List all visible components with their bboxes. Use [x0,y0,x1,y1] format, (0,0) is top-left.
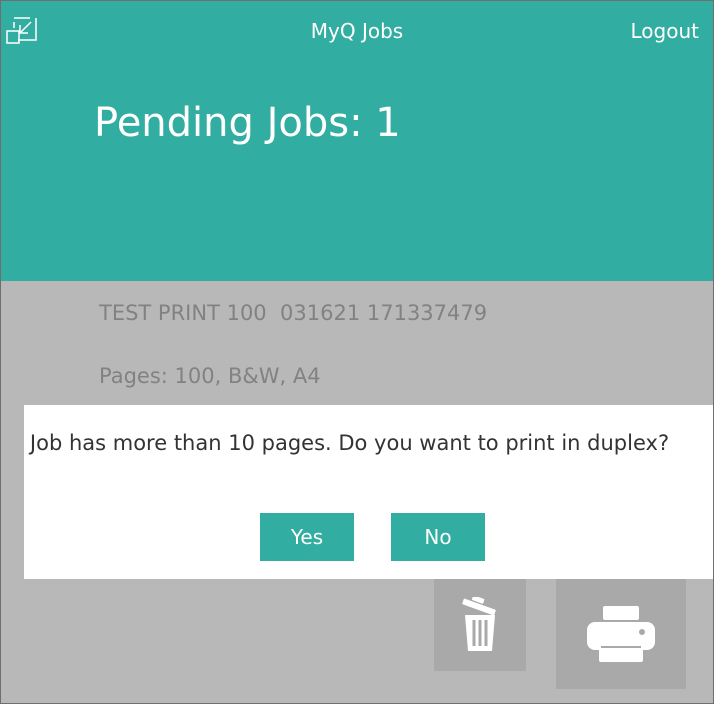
job-name: TEST PRINT 100 031621 171337479 [99,301,488,325]
logout-button[interactable]: Logout [631,19,699,43]
app-window: MyQ Jobs Logout Pending Jobs: 1 TEST PRI… [0,0,714,704]
header: MyQ Jobs Logout Pending Jobs: 1 [1,1,713,281]
trash-icon [462,597,496,651]
job-info: Pages: 100, B&W, A4 [99,364,321,388]
delete-job-button[interactable] [434,579,526,671]
printer-icon [587,606,655,662]
app-title: MyQ Jobs [310,19,404,43]
duplex-dialog: Job has more than 10 pages. Do you want … [24,405,713,579]
dialog-message: Job has more than 10 pages. Do you want … [29,431,670,455]
yes-button[interactable]: Yes [260,513,354,561]
no-button[interactable]: No [391,513,485,561]
page-title: Pending Jobs: 1 [94,100,401,146]
print-job-button[interactable] [556,579,686,689]
